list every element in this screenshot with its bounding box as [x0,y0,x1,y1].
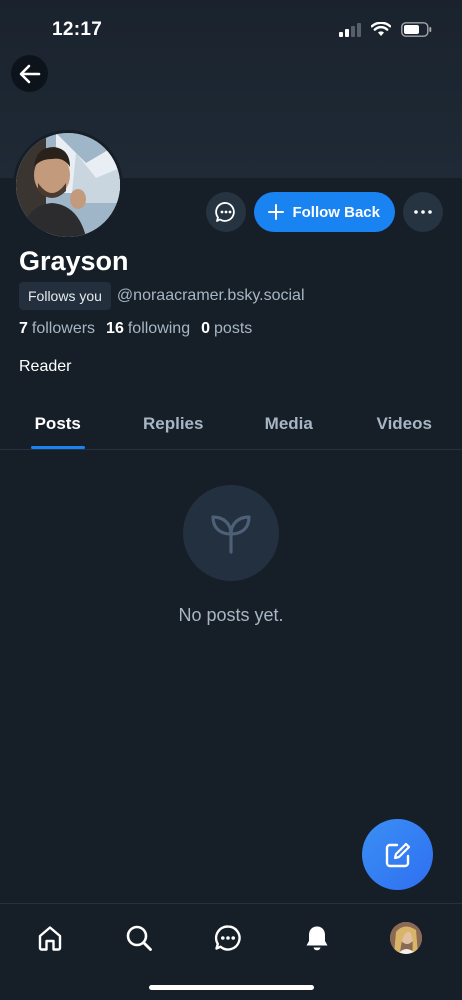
nav-chat[interactable] [208,920,248,956]
profile-avatar-small [390,922,422,954]
empty-state-message: No posts yet. [178,605,284,625]
search-icon [126,925,152,951]
compose-button[interactable] [362,819,433,890]
tab-videos-label: Videos [376,413,432,433]
nav-profile[interactable] [386,920,426,956]
signal-icon [339,22,361,37]
posts-stat: 0 posts [201,320,252,338]
status-icons [339,22,432,37]
battery-icon [401,22,432,37]
home-indicator [149,985,314,990]
posts-count: 0 [201,320,211,337]
message-button[interactable] [206,192,247,232]
tab-posts[interactable]: Posts [0,398,116,449]
status-bar: 12:17 [0,0,462,60]
sprout-icon [211,515,251,554]
followers-stat[interactable]: 7 followers [19,320,95,338]
arrow-left-icon [19,64,40,83]
following-stat[interactable]: 16 following [106,320,190,338]
tab-media-label: Media [264,413,313,433]
ellipsis-icon [414,210,432,214]
back-button[interactable] [11,55,48,92]
follow-back-button[interactable]: Follow Back [254,192,395,232]
avatar-image [390,922,422,954]
handle-row: Follows you @noraacramer.bsky.social [19,282,305,310]
chat-icon [214,925,241,951]
tab-videos[interactable]: Videos [347,398,462,449]
active-tab-indicator [30,446,85,449]
home-icon [38,926,62,951]
follow-back-label: Follow Back [292,203,380,221]
following-label: following [127,320,191,337]
wifi-icon [371,22,391,36]
nav-notifications[interactable] [297,920,337,956]
profile-stats: 7 followers 16 following 0 posts [19,320,252,338]
plus-icon [268,204,285,220]
tab-posts-label: Posts [34,413,81,433]
profile-handle: @noraacramer.bsky.social [116,287,305,304]
profile-actions: Follow Back [206,192,443,232]
follows-you-badge: Follows you [19,282,111,310]
profile-tabs: Posts Replies Media Videos [0,398,462,450]
followers-count: 7 [19,320,28,337]
followers-label: followers [31,320,96,337]
tab-replies-label: Replies [143,413,204,433]
empty-state-icon-wrapper [183,485,279,581]
status-time: 12:17 [52,19,103,40]
nav-search[interactable] [119,920,159,956]
avatar-image [16,133,120,237]
compose-icon [385,842,410,867]
more-options-button[interactable] [403,192,443,232]
chat-icon [215,202,236,222]
tab-media[interactable]: Media [231,398,347,449]
posts-label: posts [214,320,253,337]
nav-home[interactable] [30,920,70,956]
following-count: 16 [106,320,124,337]
tab-replies[interactable]: Replies [116,398,232,449]
bell-icon [306,926,328,951]
profile-avatar[interactable] [13,130,123,240]
display-name: Grayson [19,246,129,276]
profile-bio: Reader [19,358,72,375]
